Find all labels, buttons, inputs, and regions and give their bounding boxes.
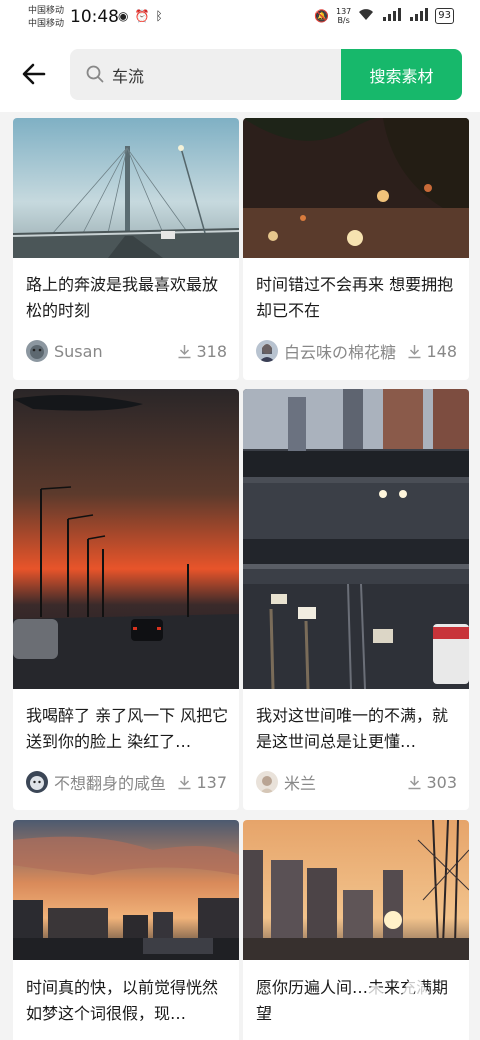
battery-indicator: 93 xyxy=(435,8,454,24)
download-count: 137 xyxy=(177,773,227,792)
search-button[interactable]: 搜索素材 xyxy=(341,49,462,100)
wifi-icon xyxy=(358,8,374,24)
carrier-2: 中国移动 xyxy=(28,19,65,29)
net-speed-unit: B/s xyxy=(337,16,350,25)
author-avatar[interactable] xyxy=(26,771,48,793)
eye-icon: ◉ xyxy=(118,9,135,23)
material-card[interactable]: 时间真的快，以前觉得恍然如梦这个词很假，现… xyxy=(13,820,239,1040)
mute-icon: 🔕 xyxy=(314,9,329,23)
download-count-value: 303 xyxy=(426,772,457,792)
download-icon xyxy=(178,344,191,358)
card-thumbnail[interactable] xyxy=(243,389,469,689)
status-left-icons: ◉⏰ᛒ xyxy=(118,9,169,23)
search-input[interactable] xyxy=(112,49,332,100)
card-meta: Susan 318 xyxy=(26,338,227,364)
bluetooth-icon: ᛒ xyxy=(155,9,169,23)
download-count: 318 xyxy=(177,342,227,361)
card-thumbnail[interactable] xyxy=(243,118,469,258)
signal-icon-1 xyxy=(381,8,402,24)
download-icon xyxy=(178,775,191,789)
card-caption: 时间真的快，以前觉得恍然如梦这个词很假，现… xyxy=(26,978,219,1023)
download-count-value: 318 xyxy=(196,341,227,361)
author-name[interactable]: 米兰 xyxy=(284,770,403,794)
card-thumbnail[interactable] xyxy=(13,820,239,960)
download-count: 148 xyxy=(407,342,457,361)
watermark-logo xyxy=(350,975,445,1028)
card-caption: 我对这世间唯一的不满，就是这世间总是让更懂… xyxy=(256,706,449,751)
card-meta: 不想翻身的咸鱼 137 xyxy=(26,769,227,795)
back-button[interactable] xyxy=(20,60,48,88)
author-name[interactable]: 不想翻身的咸鱼 xyxy=(54,770,173,794)
search-header: 搜索素材 xyxy=(0,38,480,112)
material-grid: 路上的奔波是我最喜欢最放松的时刻 Susan 318 时间错过不会再来 想要拥抱… xyxy=(0,112,480,1040)
download-count-value: 137 xyxy=(196,772,227,792)
back-arrow-icon xyxy=(22,63,46,85)
author-avatar[interactable] xyxy=(26,340,48,362)
author-name[interactable]: Susan xyxy=(54,342,173,361)
status-time: 10:48 xyxy=(70,7,119,27)
author-avatar[interactable] xyxy=(256,771,278,793)
carrier-1: 中国移动 xyxy=(28,6,65,16)
download-count: 303 xyxy=(407,773,457,792)
material-card[interactable]: 路上的奔波是我最喜欢最放松的时刻 Susan 318 xyxy=(13,118,239,380)
signal-icon-2 xyxy=(408,8,429,24)
material-card[interactable]: 我喝醉了 亲了风一下 风把它送到你的脸上 染红了… 不想翻身的咸鱼 137 xyxy=(13,389,239,810)
card-meta: 米兰 303 xyxy=(256,769,457,795)
card-thumbnail[interactable] xyxy=(13,118,239,258)
download-icon xyxy=(408,344,421,358)
search-icon xyxy=(86,65,104,83)
card-thumbnail[interactable] xyxy=(243,820,469,960)
card-thumbnail[interactable] xyxy=(13,389,239,689)
carrier-labels: 中国移动 中国移动 xyxy=(28,5,64,31)
net-speed: 137 B/s xyxy=(336,7,351,25)
net-speed-value: 137 xyxy=(335,7,352,16)
author-avatar[interactable] xyxy=(256,340,278,362)
status-right-icons: 🔕 137 B/s 93 xyxy=(314,7,454,25)
status-bar: 中国移动 中国移动 10:48 ◉⏰ᛒ 🔕 137 B/s 93 xyxy=(0,0,480,38)
card-caption: 时间错过不会再来 想要拥抱却已不在 xyxy=(256,275,454,320)
material-card[interactable]: 时间错过不会再来 想要拥抱却已不在 白云味の棉花糖 148 xyxy=(243,118,469,380)
alarm-icon: ⏰ xyxy=(134,9,156,23)
material-card[interactable]: 我对这世间唯一的不满，就是这世间总是让更懂… 米兰 303 xyxy=(243,389,469,810)
search-box[interactable] xyxy=(70,49,342,100)
author-name[interactable]: 白云味の棉花糖 xyxy=(284,339,403,363)
card-caption: 我喝醉了 亲了风一下 风把它送到你的脸上 染红了… xyxy=(26,706,229,751)
card-caption: 路上的奔波是我最喜欢最放松的时刻 xyxy=(26,275,219,320)
card-meta: 白云味の棉花糖 148 xyxy=(256,338,457,364)
download-count-value: 148 xyxy=(426,341,457,361)
download-icon xyxy=(408,775,421,789)
